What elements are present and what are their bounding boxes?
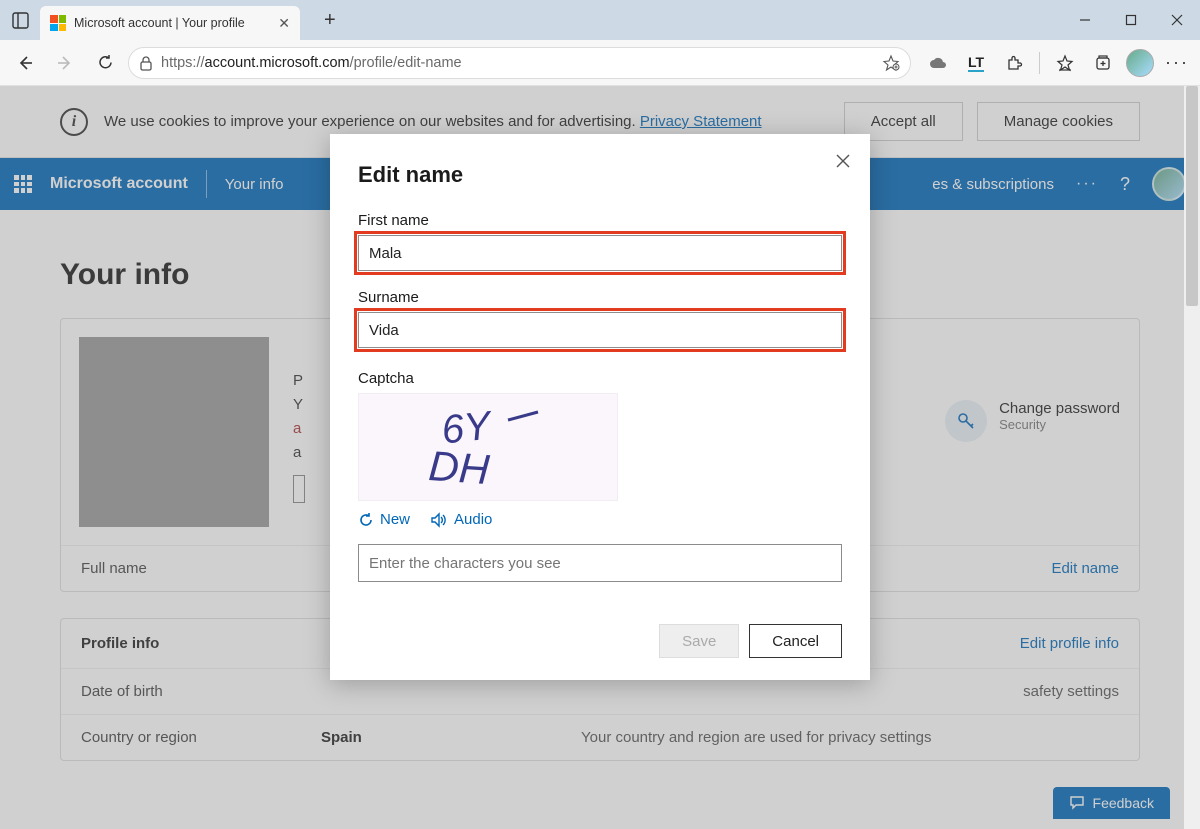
save-button[interactable]: Save [659,624,739,658]
lock-icon [139,55,153,71]
help-icon[interactable]: ? [1120,174,1130,195]
dob-label: Date of birth [81,683,321,700]
window-minimize-button[interactable] [1062,0,1108,40]
more-menu[interactable]: ··· [1162,48,1192,78]
captcha-audio-link[interactable]: Audio [430,511,492,528]
feedback-button[interactable]: Feedback [1053,787,1170,819]
nav-your-info[interactable]: Your info [225,176,284,193]
truncated-text: Y [293,393,305,417]
cookie-text: We use cookies to improve your experienc… [104,113,762,130]
refresh-button[interactable] [88,46,122,80]
truncated-text: P [293,369,305,393]
profile-info-title: Profile info [81,635,159,652]
cloud-icon[interactable] [923,48,953,78]
cancel-button[interactable]: Cancel [749,624,842,658]
dialog-title: Edit name [358,162,842,188]
key-icon [945,400,987,442]
nav-more-icon[interactable]: ··· [1076,175,1098,193]
tab-close-icon[interactable]: ✕ [278,15,290,32]
window-close-button[interactable] [1154,0,1200,40]
change-password-block[interactable]: Change password Security [945,400,1120,442]
dob-note: safety settings [581,683,1119,700]
privacy-link[interactable]: Privacy Statement [640,113,762,130]
captcha-new-link[interactable]: New [358,511,410,528]
first-name-input[interactable] [358,235,842,271]
nav-avatar[interactable] [1152,167,1186,201]
captcha-image: 6Y DH [358,393,618,501]
surname-input[interactable] [358,312,842,348]
app-launcher-icon[interactable] [14,175,32,193]
manage-cookies-button[interactable]: Manage cookies [977,102,1140,141]
dialog-close-button[interactable] [836,154,850,168]
svg-text:DH: DH [427,442,491,492]
profile-avatar[interactable] [1126,49,1154,77]
scrollbar-thumb[interactable] [1186,86,1198,306]
window-maximize-button[interactable] [1108,0,1154,40]
browser-tab[interactable]: Microsoft account | Your profile ✕ [40,6,300,40]
back-button[interactable] [8,46,42,80]
country-label: Country or region [81,729,321,746]
favorite-icon[interactable] [882,54,900,72]
tab-actions-icon[interactable] [8,8,32,32]
country-note: Your country and region are used for pri… [581,729,1119,746]
address-bar[interactable]: https://account.microsoft.com/profile/ed… [128,47,911,79]
change-password-label: Change password [999,400,1120,417]
security-label: Security [999,417,1120,432]
nav-services[interactable]: es & subscriptions [932,176,1054,193]
vertical-scrollbar[interactable] [1184,86,1200,829]
forward-button[interactable] [48,46,82,80]
brand-title[interactable]: Microsoft account [50,175,188,193]
captcha-label: Captcha [358,370,842,387]
url-text: https://account.microsoft.com/profile/ed… [161,55,874,71]
tab-title: Microsoft account | Your profile [74,16,270,30]
edit-name-dialog: Edit name First name Surname Captcha 6Y … [330,134,870,680]
full-name-label: Full name [81,560,147,577]
toolbar: https://account.microsoft.com/profile/ed… [0,40,1200,86]
collections-icon[interactable] [1088,48,1118,78]
window-titlebar: Microsoft account | Your profile ✕ + [0,0,1200,40]
truncated-text: a [293,441,305,465]
microsoft-favicon [50,15,66,31]
info-icon: i [60,108,88,136]
surname-label: Surname [358,289,842,306]
favorites-icon[interactable] [1050,48,1080,78]
truncated-text: a [293,417,305,441]
extensions-icon[interactable] [999,48,1029,78]
first-name-label: First name [358,212,842,229]
edit-name-link[interactable]: Edit name [1051,560,1119,577]
lt-extension-icon[interactable]: LT [961,48,991,78]
profile-photo[interactable] [79,337,269,527]
captcha-input[interactable] [358,544,842,582]
country-value: Spain [321,729,581,746]
edit-profile-link[interactable]: Edit profile info [1020,635,1119,652]
new-tab-button[interactable]: + [316,5,344,36]
